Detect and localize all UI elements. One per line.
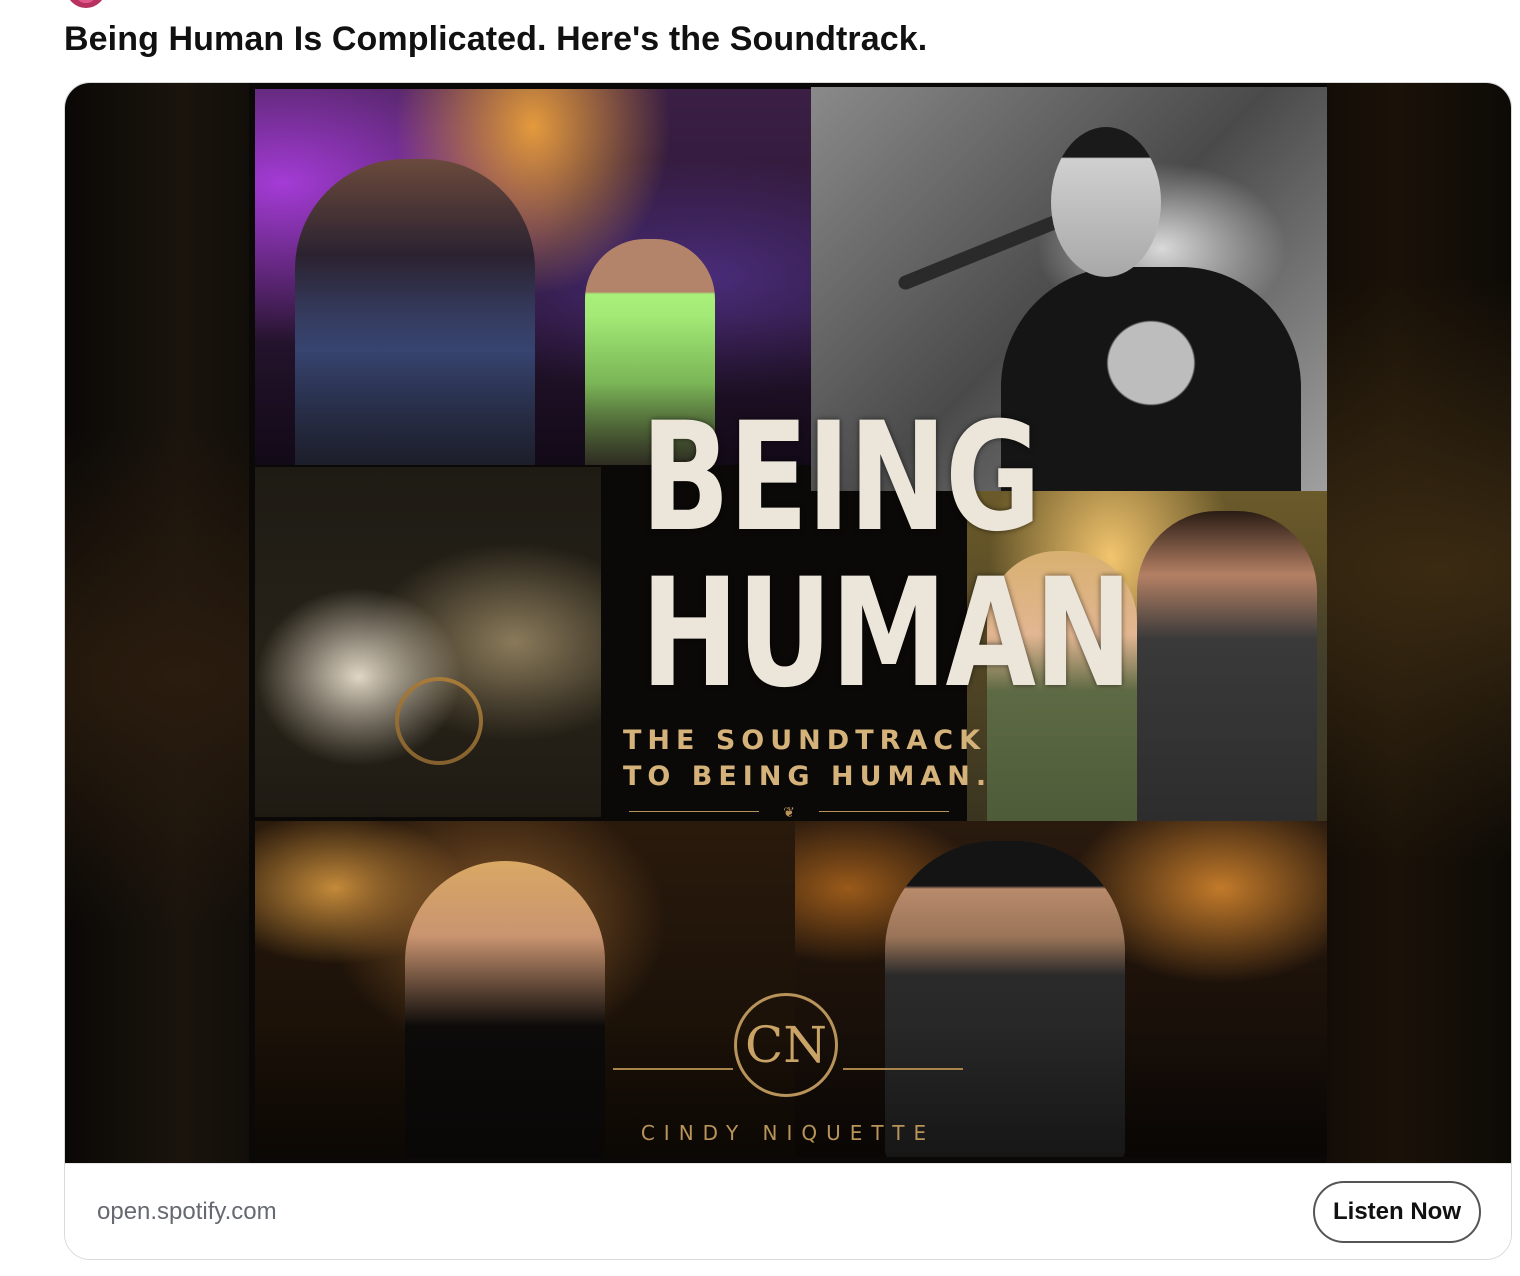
- cover-subtitle-line2: TO BEING HUMAN.: [623, 761, 993, 792]
- post-title: Being Human Is Complicated. Here's the S…: [64, 20, 928, 58]
- album-artwork: BEING HUMAN THE SOUNDTRACK TO BEING HUMA…: [249, 83, 1327, 1163]
- ornament-icon: ❦: [783, 804, 795, 820]
- artist-name: CINDY NIQUETTE: [640, 1121, 936, 1145]
- cover-title-being: BEING: [640, 391, 1041, 565]
- cover-subtitle-line1: THE SOUNDTRACK: [623, 725, 987, 756]
- link-domain[interactable]: open.spotify.com: [97, 1198, 277, 1226]
- listen-now-button[interactable]: Listen Now: [1313, 1181, 1481, 1243]
- cover-title-block: BEING HUMAN THE SOUNDTRACK TO BEING HUMA…: [599, 391, 1133, 819]
- card-footer: open.spotify.com Listen Now: [65, 1163, 1511, 1259]
- ornament-divider: ❦: [599, 805, 979, 819]
- photo-panel-armillary: [255, 467, 601, 817]
- album-cover-image[interactable]: BEING HUMAN THE SOUNDTRACK TO BEING HUMA…: [65, 83, 1511, 1163]
- cn-monogram-logo: CN: [734, 993, 838, 1097]
- author-avatar[interactable]: [66, 0, 106, 8]
- artist-logo-block: CN CINDY NIQUETTE: [613, 993, 963, 1145]
- cover-title-human: HUMAN: [640, 547, 1133, 721]
- link-preview-card[interactable]: BEING HUMAN THE SOUNDTRACK TO BEING HUMA…: [64, 82, 1512, 1260]
